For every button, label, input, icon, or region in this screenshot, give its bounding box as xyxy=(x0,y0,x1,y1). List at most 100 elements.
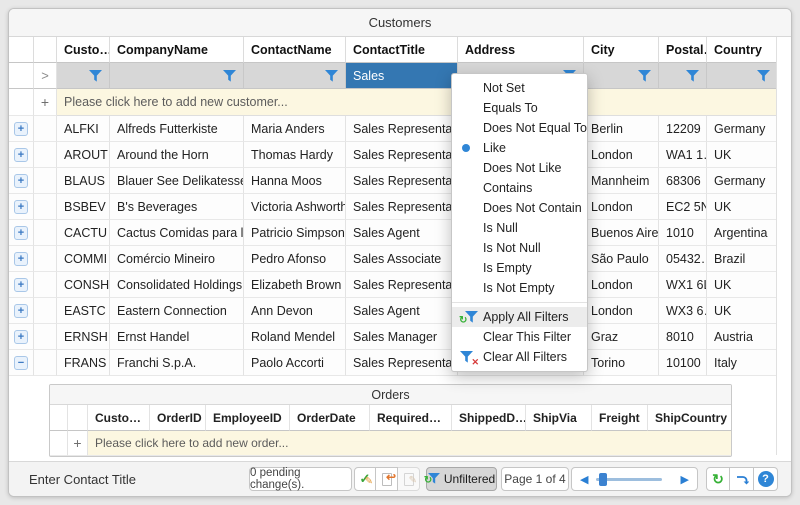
expand-button[interactable]: + xyxy=(14,252,28,266)
next-page-button[interactable]: ▶ xyxy=(673,473,697,486)
menu-item-clear-this-filter[interactable]: Clear This Filter xyxy=(452,327,587,347)
filter-cell-customerid[interactable] xyxy=(57,63,110,89)
orders-column-requireddate[interactable]: Required… xyxy=(370,405,452,431)
cell-contactname[interactable]: Hanna Moos xyxy=(244,168,346,194)
expand-button[interactable]: + xyxy=(14,200,28,214)
revert-changes-button[interactable]: ↩ xyxy=(376,467,398,491)
expand-button[interactable]: + xyxy=(14,148,28,162)
cell-contacttitle[interactable]: Sales Representative xyxy=(346,194,458,220)
cell-city[interactable]: Graz xyxy=(584,324,659,350)
cell-contacttitle[interactable]: Sales Representative xyxy=(346,142,458,168)
cell-companyname[interactable]: Consolidated Holdings xyxy=(110,272,244,298)
cell-contacttitle[interactable]: Sales Agent xyxy=(346,220,458,246)
cell-city[interactable]: Torino xyxy=(584,350,659,376)
cell-customerid[interactable]: CACTU xyxy=(57,220,110,246)
cell-postal[interactable]: 12209 xyxy=(659,116,707,142)
cell-postal[interactable]: WA1 1… xyxy=(659,142,707,168)
cell-postal[interactable]: 1010 xyxy=(659,220,707,246)
cell-city[interactable]: London xyxy=(584,194,659,220)
expand-button[interactable]: + xyxy=(14,122,28,136)
cell-contactname[interactable]: Roland Mendel xyxy=(244,324,346,350)
cell-contactname[interactable]: Patricio Simpson xyxy=(244,220,346,246)
filter-funnel-icon[interactable] xyxy=(325,70,338,82)
cell-postal[interactable]: EC2 5NT xyxy=(659,194,707,220)
orders-column-shipcountry[interactable]: ShipCountry xyxy=(648,405,732,431)
filter-funnel-icon[interactable] xyxy=(757,70,770,82)
menu-item-does-not-like[interactable]: Does Not Like xyxy=(452,158,587,178)
cell-country[interactable]: Germany xyxy=(707,116,778,142)
cell-contactname[interactable]: Paolo Accorti xyxy=(244,350,346,376)
cell-city[interactable]: London xyxy=(584,142,659,168)
cell-contactname[interactable]: Elizabeth Brown xyxy=(244,272,346,298)
expand-button[interactable]: + xyxy=(14,226,28,240)
column-header-postal[interactable]: Postal… xyxy=(659,37,707,63)
cell-customerid[interactable]: COMMI xyxy=(57,246,110,272)
cell-companyname[interactable]: Eastern Connection xyxy=(110,298,244,324)
cell-postal[interactable]: 10100 xyxy=(659,350,707,376)
filter-cell-postal[interactable] xyxy=(659,63,707,89)
cell-customerid[interactable]: EASTC xyxy=(57,298,110,324)
filter-funnel-icon[interactable] xyxy=(89,70,102,82)
filter-cell-contacttitle-active[interactable]: Sales xyxy=(346,63,458,89)
menu-item-is-not-empty[interactable]: Is Not Empty xyxy=(452,278,587,298)
menu-item-clear-all-filters[interactable]: ✕ Clear All Filters xyxy=(452,347,587,367)
cell-city[interactable]: London xyxy=(584,272,659,298)
filter-funnel-icon[interactable] xyxy=(686,70,699,82)
orders-column-shippeddate[interactable]: ShippedD… xyxy=(452,405,526,431)
column-header-contactname[interactable]: ContactName xyxy=(244,37,346,63)
menu-item-contains[interactable]: Contains xyxy=(452,178,587,198)
add-customer-prompt[interactable]: Please click here to add new customer... xyxy=(57,89,778,116)
cell-customerid[interactable]: BLAUS xyxy=(57,168,110,194)
add-order-prompt[interactable]: Please click here to add new order... xyxy=(88,431,732,456)
menu-item-does-not-contain[interactable]: Does Not Contain xyxy=(452,198,587,218)
cell-contactname[interactable]: Ann Devon xyxy=(244,298,346,324)
cell-city[interactable]: Mannheim xyxy=(584,168,659,194)
cell-companyname[interactable]: B's Beverages xyxy=(110,194,244,220)
edit-record-button[interactable]: ✎ xyxy=(398,467,420,491)
filter-funnel-icon[interactable] xyxy=(638,70,651,82)
cell-customerid[interactable]: ERNSH xyxy=(57,324,110,350)
orders-column-freight[interactable]: Freight xyxy=(592,405,648,431)
column-header-city[interactable]: City xyxy=(584,37,659,63)
cell-contactname[interactable]: Thomas Hardy xyxy=(244,142,346,168)
cell-contacttitle[interactable]: Sales Representative xyxy=(346,168,458,194)
cell-contacttitle[interactable]: Sales Agent xyxy=(346,298,458,324)
filter-cell-contactname[interactable] xyxy=(244,63,346,89)
column-header-address[interactable]: Address xyxy=(458,37,584,63)
cell-postal[interactable]: 8010 xyxy=(659,324,707,350)
expand-button[interactable]: + xyxy=(14,304,28,318)
cell-country[interactable]: UK xyxy=(707,194,778,220)
cell-contactname[interactable]: Maria Anders xyxy=(244,116,346,142)
cell-contactname[interactable]: Pedro Afonso xyxy=(244,246,346,272)
orders-column-shipvia[interactable]: ShipVia xyxy=(526,405,592,431)
page-slider[interactable] xyxy=(596,478,662,481)
cell-postal[interactable]: 68306 xyxy=(659,168,707,194)
cell-city[interactable]: Buenos Aires xyxy=(584,220,659,246)
filter-cell-city[interactable] xyxy=(584,63,659,89)
add-row-icon[interactable]: + xyxy=(41,94,49,110)
cell-contacttitle[interactable]: Sales Representative xyxy=(346,350,458,376)
cell-country[interactable]: Italy xyxy=(707,350,778,376)
menu-item-apply-all-filters[interactable]: ↻ Apply All Filters xyxy=(452,307,587,327)
cell-customerid[interactable]: BSBEV xyxy=(57,194,110,220)
menu-item-not-set[interactable]: Not Set xyxy=(452,78,587,98)
cell-customerid[interactable]: AROUT xyxy=(57,142,110,168)
page-slider-thumb[interactable] xyxy=(599,473,607,486)
cell-customerid[interactable]: ALFKI xyxy=(57,116,110,142)
menu-item-like-selected[interactable]: Like xyxy=(452,138,587,158)
cell-customerid[interactable]: FRANS xyxy=(57,350,110,376)
filter-cell-companyname[interactable] xyxy=(110,63,244,89)
filter-cell-country[interactable] xyxy=(707,63,778,89)
cell-postal[interactable]: 05432… xyxy=(659,246,707,272)
menu-item-is-empty[interactable]: Is Empty xyxy=(452,258,587,278)
refresh-button[interactable]: ↻ xyxy=(706,467,730,491)
cell-contactname[interactable]: Victoria Ashworth xyxy=(244,194,346,220)
cell-country[interactable]: Brazil xyxy=(707,246,778,272)
cell-country[interactable]: Argentina xyxy=(707,220,778,246)
cell-companyname[interactable]: Comércio Mineiro xyxy=(110,246,244,272)
column-header-customerid[interactable]: Custo… xyxy=(57,37,110,63)
menu-item-does-not-equal-to[interactable]: Does Not Equal To xyxy=(452,118,587,138)
cell-city[interactable]: São Paulo xyxy=(584,246,659,272)
filter-funnel-icon[interactable] xyxy=(223,70,236,82)
column-header-country[interactable]: Country xyxy=(707,37,778,63)
